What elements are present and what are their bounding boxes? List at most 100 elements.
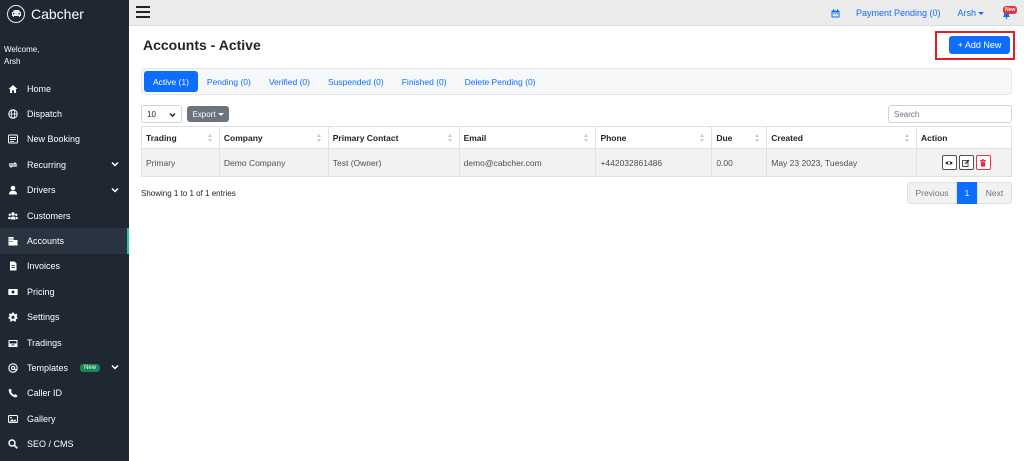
brand-name: Cabcher — [31, 5, 84, 22]
sidebar-item-label: Settings — [27, 312, 60, 323]
edit-button[interactable] — [958, 155, 974, 170]
sidebar-item-home[interactable]: Home — [0, 76, 129, 101]
sidebar-item-label: Home — [27, 83, 52, 94]
next-page-button[interactable]: Next — [977, 182, 1012, 204]
user-icon — [8, 185, 18, 195]
table-row: Primary Demo Company Test (Owner) demo@c… — [141, 148, 1012, 177]
welcome-label: Welcome, — [4, 45, 40, 54]
sidebar-item-label: Tradings — [27, 337, 62, 348]
cell-action — [916, 148, 1012, 177]
sidebar-item-seo-cms[interactable]: SEO / CMS — [0, 431, 129, 456]
tab-delete-pending[interactable]: Delete Pending (0) — [456, 71, 545, 92]
page-button-current[interactable]: 1 — [957, 182, 977, 204]
file-icon — [8, 261, 18, 271]
search-icon — [8, 439, 18, 450]
column-header-due[interactable]: Due — [711, 126, 768, 149]
cell-due: 0.00 — [711, 148, 768, 177]
user-menu-label: Arsh — [957, 8, 976, 18]
sidebar-item-label: Templates — [27, 362, 69, 373]
sidebar-item-label: Recurring — [27, 159, 67, 170]
sidebar: Cabcher Welcome, Arsh Home Dispatch New … — [0, 0, 129, 461]
sort-icon — [447, 134, 453, 142]
column-header-phone[interactable]: Phone — [595, 126, 713, 149]
cell-trading: Primary — [141, 148, 220, 177]
topbar-right: Payment Pending (0) Arsh New — [831, 0, 1024, 26]
new-badge: New — [80, 363, 101, 372]
column-header-email[interactable]: Email — [458, 126, 597, 149]
sidebar-item-templates[interactable]: Templates New — [0, 355, 129, 380]
sort-icon — [905, 134, 910, 142]
tab-finished[interactable]: Finished (0) — [393, 71, 456, 92]
chevron-down-icon — [111, 186, 119, 194]
payment-pending-link[interactable]: Payment Pending (0) — [856, 8, 941, 18]
sidebar-item-settings[interactable]: Settings — [0, 305, 129, 330]
tab-active[interactable]: Active (1) — [144, 71, 198, 92]
at-icon — [8, 363, 18, 373]
previous-page-button[interactable]: Previous — [907, 182, 957, 204]
column-header-trading[interactable]: Trading — [141, 126, 220, 149]
sidebar-item-tradings[interactable]: Tradings — [0, 330, 129, 355]
calendar-icon[interactable] — [831, 8, 840, 18]
sidebar-item-label: Accounts — [27, 236, 65, 247]
brand[interactable]: Cabcher — [0, 0, 129, 27]
sidebar-item-caller-id[interactable]: Caller ID — [0, 381, 129, 406]
status-tabs: Active (1) Pending (0) Verified (0) Susp… — [141, 68, 1012, 95]
sidebar-item-label: Invoices — [27, 261, 61, 272]
globe-icon — [8, 109, 18, 119]
row-actions — [921, 155, 1011, 170]
sidebar-item-invoices[interactable]: Invoices — [0, 254, 129, 279]
sidebar-item-dispatch[interactable]: Dispatch — [0, 101, 129, 126]
user-menu[interactable]: Arsh — [957, 8, 984, 18]
cell-primary-contact: Test (Owner) — [327, 148, 460, 177]
sort-icon — [584, 134, 589, 142]
building-icon — [8, 236, 18, 246]
page-length-select[interactable]: 10 — [141, 105, 182, 123]
sidebar-item-pricing[interactable]: Pricing — [0, 279, 129, 304]
search-input[interactable] — [888, 105, 1012, 123]
sidebar-item-new-booking[interactable]: New Booking — [0, 127, 129, 152]
delete-button[interactable] — [975, 155, 991, 170]
chevron-down-icon — [111, 363, 119, 371]
sort-icon — [755, 134, 760, 142]
sidebar-item-label: Customers — [27, 210, 71, 221]
column-header-company[interactable]: Company — [218, 126, 329, 149]
sort-icon — [316, 134, 322, 142]
topbar: Payment Pending (0) Arsh New — [129, 0, 1024, 26]
sidebar-item-accounts[interactable]: Accounts — [0, 228, 129, 255]
menu-toggle-icon[interactable] — [136, 6, 150, 18]
sidebar-item-recurring[interactable]: Recurring — [0, 152, 129, 177]
caret-down-icon — [217, 112, 224, 116]
cell-created: May 23 2023, Tuesday — [766, 148, 918, 177]
money-icon — [8, 287, 18, 297]
table-header-row: Trading Company Primary Contact Email Ph… — [141, 126, 1012, 149]
export-label: Export — [192, 109, 216, 119]
sidebar-item-gallery[interactable]: Gallery — [0, 406, 129, 431]
export-button[interactable]: Export — [187, 106, 229, 122]
chevron-down-icon — [169, 113, 176, 118]
view-button[interactable] — [941, 155, 957, 170]
caret-down-icon — [978, 11, 984, 15]
column-header-primary-contact[interactable]: Primary Contact — [327, 126, 460, 149]
main-content: Accounts - Active + Add New Active (1) P… — [129, 26, 1024, 461]
tab-pending[interactable]: Pending (0) — [198, 71, 260, 92]
column-header-action: Action — [916, 126, 1012, 149]
sidebar-item-label: New Booking — [27, 134, 81, 145]
tab-verified[interactable]: Verified (0) — [260, 71, 319, 92]
edit-icon — [962, 159, 970, 167]
sidebar-item-label: Caller ID — [27, 388, 63, 399]
add-new-button[interactable]: + Add New — [949, 36, 1010, 54]
home-icon — [8, 84, 18, 94]
sidebar-item-customers[interactable]: Customers — [0, 203, 129, 228]
eye-icon — [945, 160, 953, 165]
tab-suspended[interactable]: Suspended (0) — [319, 71, 393, 92]
gear-icon — [8, 312, 18, 323]
sort-icon — [700, 134, 705, 142]
inbox-icon — [8, 338, 18, 348]
sidebar-item-label: Dispatch — [27, 109, 63, 120]
cell-company: Demo Company — [218, 148, 329, 177]
cell-phone: +442032861486 — [595, 148, 713, 177]
column-header-created[interactable]: Created — [766, 126, 918, 149]
sidebar-item-drivers[interactable]: Drivers — [0, 178, 129, 203]
notifications[interactable]: New — [1000, 5, 1018, 21]
sidebar-item-label: SEO / CMS — [27, 439, 74, 450]
